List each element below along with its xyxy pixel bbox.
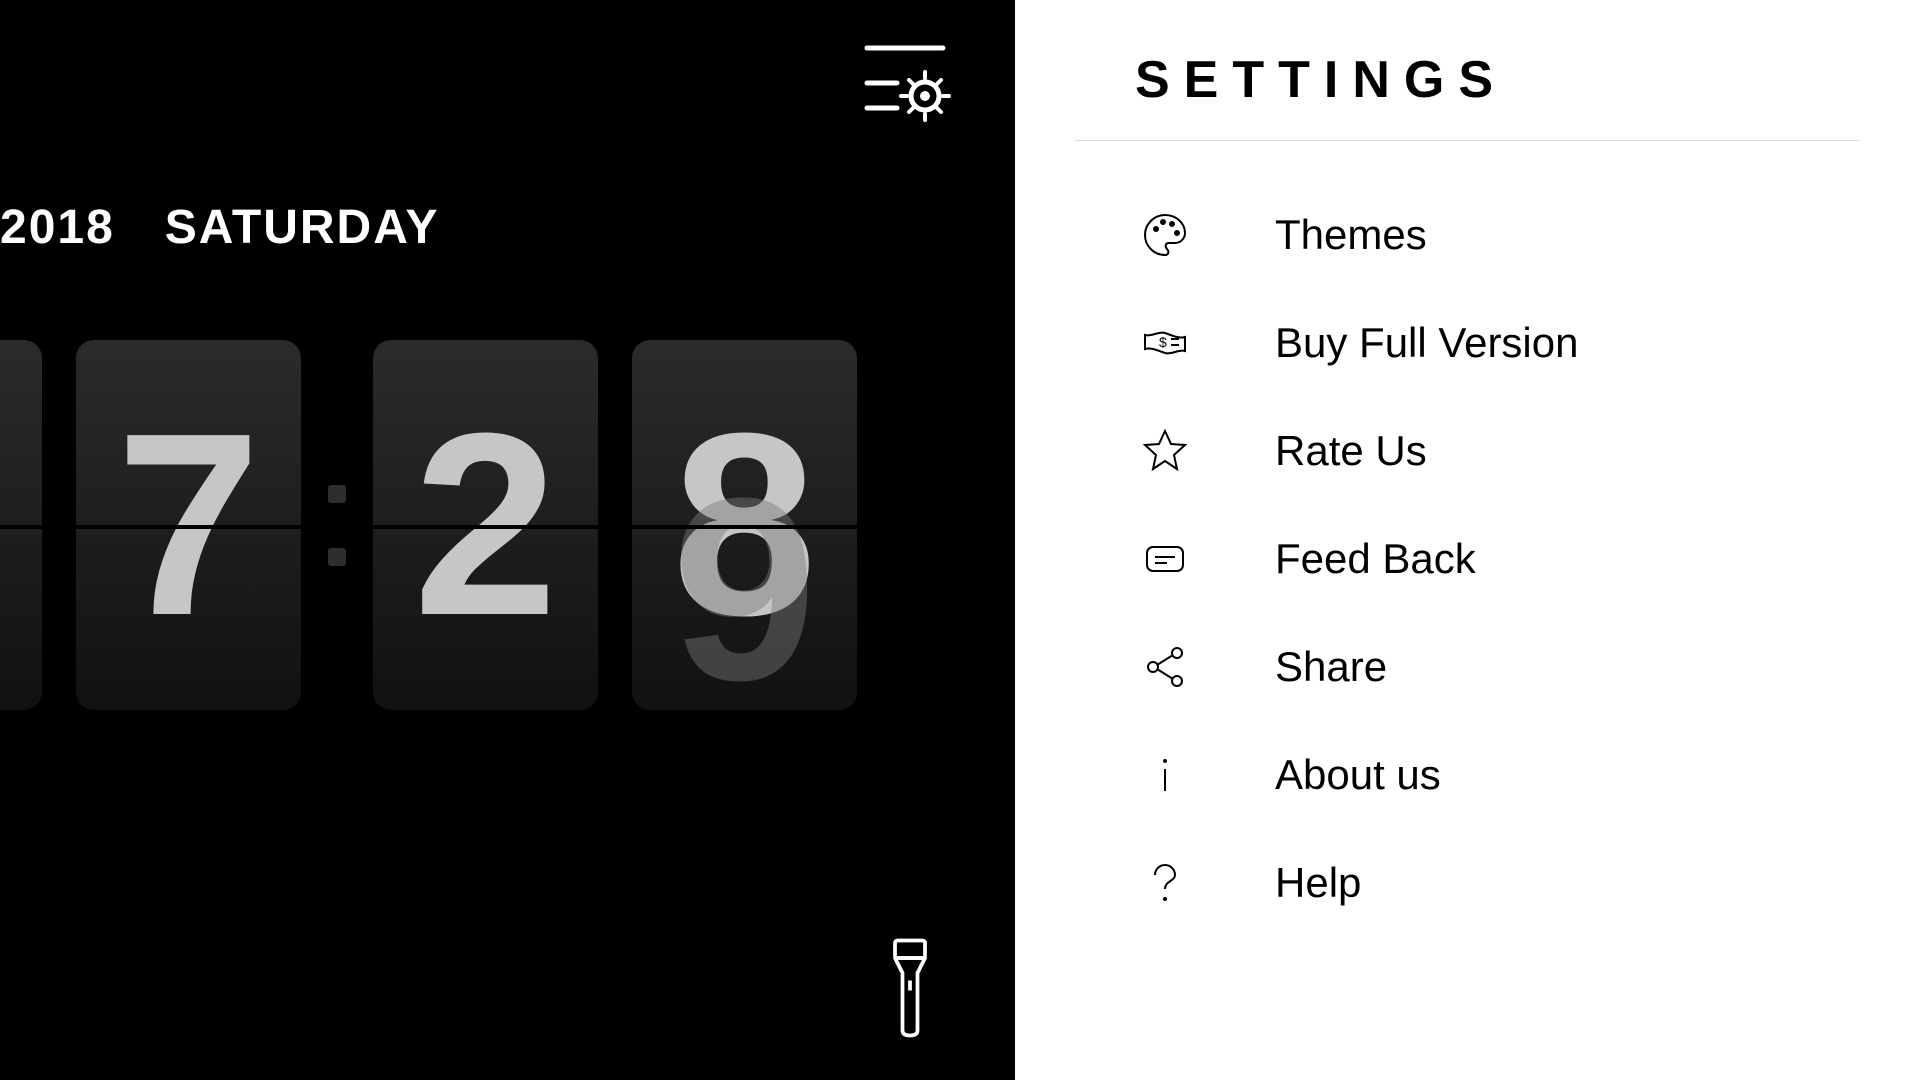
year-label: 2018 (0, 200, 115, 255)
flip-clock: 7 2 8 (0, 340, 874, 710)
date-line: 2018 SATURDAY (0, 200, 439, 255)
settings-item-label: Buy Full Version (1275, 319, 1578, 367)
settings-list: Themes $ Buy Full Version Rate Us Feed B… (1135, 181, 1860, 937)
flip-card-hour-tens (0, 340, 42, 710)
help-icon (1135, 853, 1195, 913)
day-of-week-label: SATURDAY (165, 200, 440, 255)
settings-item-label: Rate Us (1275, 427, 1427, 475)
settings-item-themes[interactable]: Themes (1135, 181, 1860, 289)
money-icon: $ (1135, 313, 1195, 373)
settings-item-label: Share (1275, 643, 1387, 691)
digit: 8 (672, 395, 817, 655)
flashlight-button[interactable] (885, 940, 935, 1040)
divider (1075, 140, 1860, 141)
clock-panel: 2018 SATURDAY 7 2 8 (0, 0, 1015, 1080)
flip-card-min-tens: 2 (373, 340, 598, 710)
palette-icon (1135, 205, 1195, 265)
star-icon (1135, 421, 1195, 481)
settings-item-buy[interactable]: $ Buy Full Version (1135, 289, 1860, 397)
settings-item-label: Themes (1275, 211, 1427, 259)
info-icon (1135, 745, 1195, 805)
digit: 2 (413, 395, 558, 655)
flashlight-icon (885, 938, 935, 1043)
settings-item-rate[interactable]: Rate Us (1135, 397, 1860, 505)
settings-item-feedback[interactable]: Feed Back (1135, 505, 1860, 613)
svg-text:$: $ (1159, 334, 1167, 350)
flip-card-min-ones: 8 (632, 340, 857, 710)
flip-card-hour-ones: 7 (76, 340, 301, 710)
settings-title: SETTINGS (1135, 50, 1860, 110)
settings-gear-icon (855, 38, 955, 133)
settings-item-label: Feed Back (1275, 535, 1476, 583)
colon-separator (328, 485, 346, 566)
settings-panel: SETTINGS Themes $ Buy Full Version Rate … (1015, 0, 1920, 1080)
settings-item-label: Help (1275, 859, 1361, 907)
digit: 7 (116, 395, 261, 655)
settings-item-label: About us (1275, 751, 1441, 799)
feedback-icon (1135, 529, 1195, 589)
open-settings-button[interactable] (855, 40, 955, 130)
share-icon (1135, 637, 1195, 697)
settings-item-help[interactable]: Help (1135, 829, 1860, 937)
settings-item-share[interactable]: Share (1135, 613, 1860, 721)
settings-item-about[interactable]: About us (1135, 721, 1860, 829)
